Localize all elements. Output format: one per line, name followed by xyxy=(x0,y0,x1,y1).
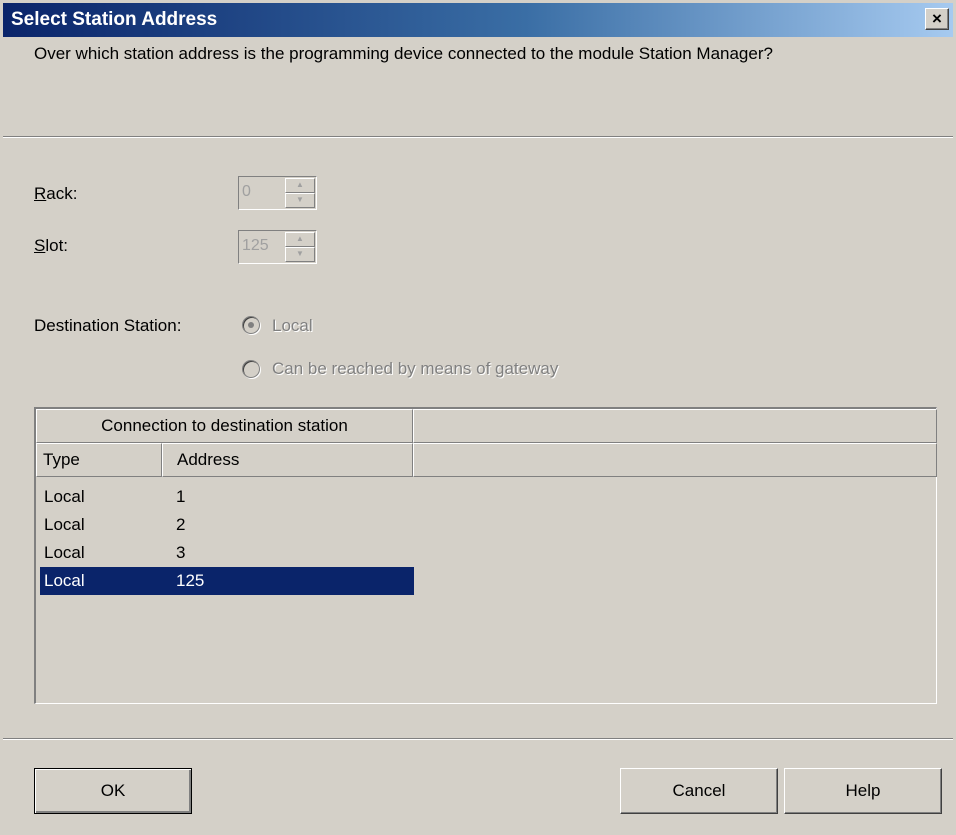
rack-spinner-arrows: ▲ ▼ xyxy=(285,178,315,208)
select-station-address-dialog: Select Station Address × Over which stat… xyxy=(0,0,956,835)
rack-spinner[interactable]: 0 ▲ ▼ xyxy=(238,176,317,210)
slot-spinner-arrows: ▲ ▼ xyxy=(285,232,315,262)
dialog-title: Select Station Address xyxy=(11,9,218,30)
radio-gateway[interactable] xyxy=(242,360,260,378)
header-connection-group[interactable]: Connection to destination station xyxy=(36,409,413,443)
header-blank-top xyxy=(413,409,937,443)
slot-label-rest: lot: xyxy=(45,236,69,255)
cell-type: Local xyxy=(44,571,85,590)
slot-value: 125 xyxy=(242,237,269,254)
ok-button[interactable]: OK xyxy=(34,768,192,814)
divider-top xyxy=(3,136,953,138)
cell-address: 3 xyxy=(176,543,186,562)
rack-value: 0 xyxy=(242,183,251,200)
rack-up-arrow-icon[interactable]: ▲ xyxy=(285,178,315,193)
rack-label-rest: ack: xyxy=(46,184,78,203)
cell-type: Local xyxy=(44,487,85,506)
column-header-type[interactable]: Type xyxy=(36,443,162,477)
header-blank-bottom xyxy=(413,443,937,477)
cell-address: 2 xyxy=(176,515,186,534)
table-row-selected[interactable]: Local 125 xyxy=(40,567,414,595)
rack-label: Rack: xyxy=(34,184,77,204)
table-row[interactable]: Local 1 xyxy=(40,483,414,511)
cell-type: Local xyxy=(44,543,85,562)
cell-type: Local xyxy=(44,515,85,534)
title-bar[interactable]: Select Station Address × xyxy=(3,3,953,37)
slot-up-arrow-icon[interactable]: ▲ xyxy=(285,232,315,247)
slot-label-mnemonic: S xyxy=(34,236,46,255)
close-icon[interactable]: × xyxy=(925,8,949,30)
rack-label-mnemonic: R xyxy=(34,184,47,203)
radio-local[interactable] xyxy=(242,316,260,334)
column-header-address[interactable]: Address xyxy=(162,443,413,477)
rack-down-arrow-icon[interactable]: ▼ xyxy=(285,193,315,208)
table-row[interactable]: Local 2 xyxy=(40,511,414,539)
table-row[interactable]: Local 3 xyxy=(40,539,414,567)
cancel-button[interactable]: Cancel xyxy=(620,768,778,814)
question-text: Over which station address is the progra… xyxy=(34,44,773,63)
divider-bottom xyxy=(3,738,953,740)
cell-address: 1 xyxy=(176,487,186,506)
slot-down-arrow-icon[interactable]: ▼ xyxy=(285,247,315,262)
radio-local-dot-icon xyxy=(248,322,254,328)
radio-gateway-label: Can be reached by means of gateway xyxy=(272,359,559,378)
destination-station-label: Destination Station: xyxy=(34,316,182,335)
help-button[interactable]: Help xyxy=(784,768,942,814)
radio-local-label: Local xyxy=(272,316,313,335)
slot-label: Slot: xyxy=(34,236,68,256)
slot-spinner[interactable]: 125 ▲ ▼ xyxy=(238,230,317,264)
connection-list[interactable]: Connection to destination station Type A… xyxy=(34,407,937,704)
cell-address: 125 xyxy=(176,571,205,590)
